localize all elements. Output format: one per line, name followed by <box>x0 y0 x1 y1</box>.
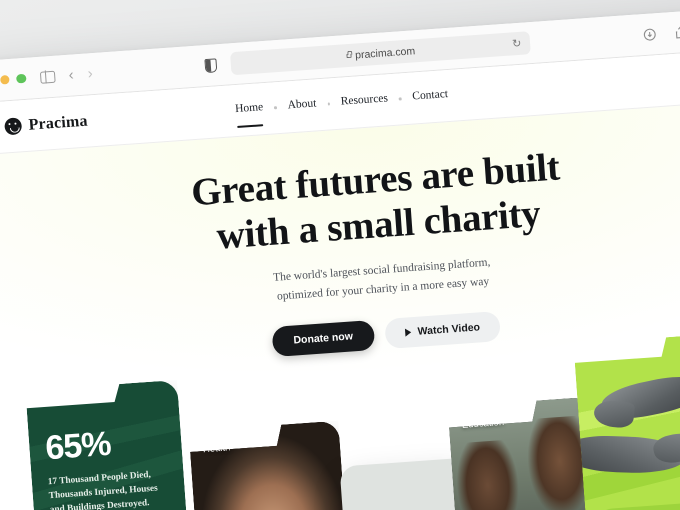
nav-item-resources[interactable]: Resources <box>340 92 388 110</box>
nav-separator <box>398 97 402 101</box>
card-health[interactable]: Health Lifeskills for 2,587 Children in … <box>189 421 355 510</box>
maximize-window-button[interactable] <box>15 73 27 84</box>
nav-item-about[interactable]: About <box>287 97 317 114</box>
reload-icon[interactable]: ↻ <box>512 37 522 51</box>
minimize-window-button[interactable] <box>0 74 10 85</box>
desktop-backdrop: ‹ › pracima.com ↻ Pracima Home About Res… <box>0 0 680 510</box>
toolbar-actions <box>642 20 680 42</box>
card-explore-more[interactable]: Explore more <box>573 333 680 510</box>
brand-logo[interactable]: Pracima <box>4 112 88 136</box>
downloads-icon[interactable] <box>642 27 657 42</box>
browser-window: ‹ › pracima.com ↻ Pracima Home About Res… <box>0 5 680 510</box>
url-text: pracima.com <box>354 44 416 61</box>
nav-separator <box>327 102 330 106</box>
hand-image-lower <box>573 434 680 474</box>
donate-now-button[interactable]: Donate now <box>271 319 375 357</box>
brand-name: Pracima <box>27 112 89 134</box>
stat-description: 17 Thousand People Died, Thousands Injur… <box>47 469 159 510</box>
status-badge-health: Health <box>202 442 231 456</box>
play-icon <box>404 327 411 337</box>
nav-separator <box>274 106 277 110</box>
back-icon[interactable]: ‹ <box>68 66 74 83</box>
hero-section: Great futures are built with a small cha… <box>0 99 680 510</box>
watch-video-label: Watch Video <box>417 321 481 338</box>
window-traffic-lights[interactable] <box>0 73 27 86</box>
shield-icon[interactable] <box>204 57 218 73</box>
browser-navigation[interactable]: ‹ › <box>68 65 93 84</box>
nav-item-contact[interactable]: Contact <box>412 88 449 105</box>
card-turkey-syria-stat[interactable]: 65% 17 Thousand People Died, Thousands I… <box>25 380 190 510</box>
smiley-logo-icon <box>4 117 23 136</box>
web-page: Pracima Home About Resources Contact Gre… <box>0 47 680 510</box>
nav-item-home[interactable]: Home <box>235 101 264 118</box>
sidebar-icon[interactable] <box>39 70 56 84</box>
forward-icon[interactable]: › <box>87 65 93 82</box>
health-photo <box>189 421 355 510</box>
share-icon[interactable] <box>673 24 680 39</box>
main-menu: Home About Resources Contact <box>235 88 449 118</box>
lock-icon <box>346 53 352 58</box>
watch-video-button[interactable]: Watch Video <box>383 310 501 349</box>
